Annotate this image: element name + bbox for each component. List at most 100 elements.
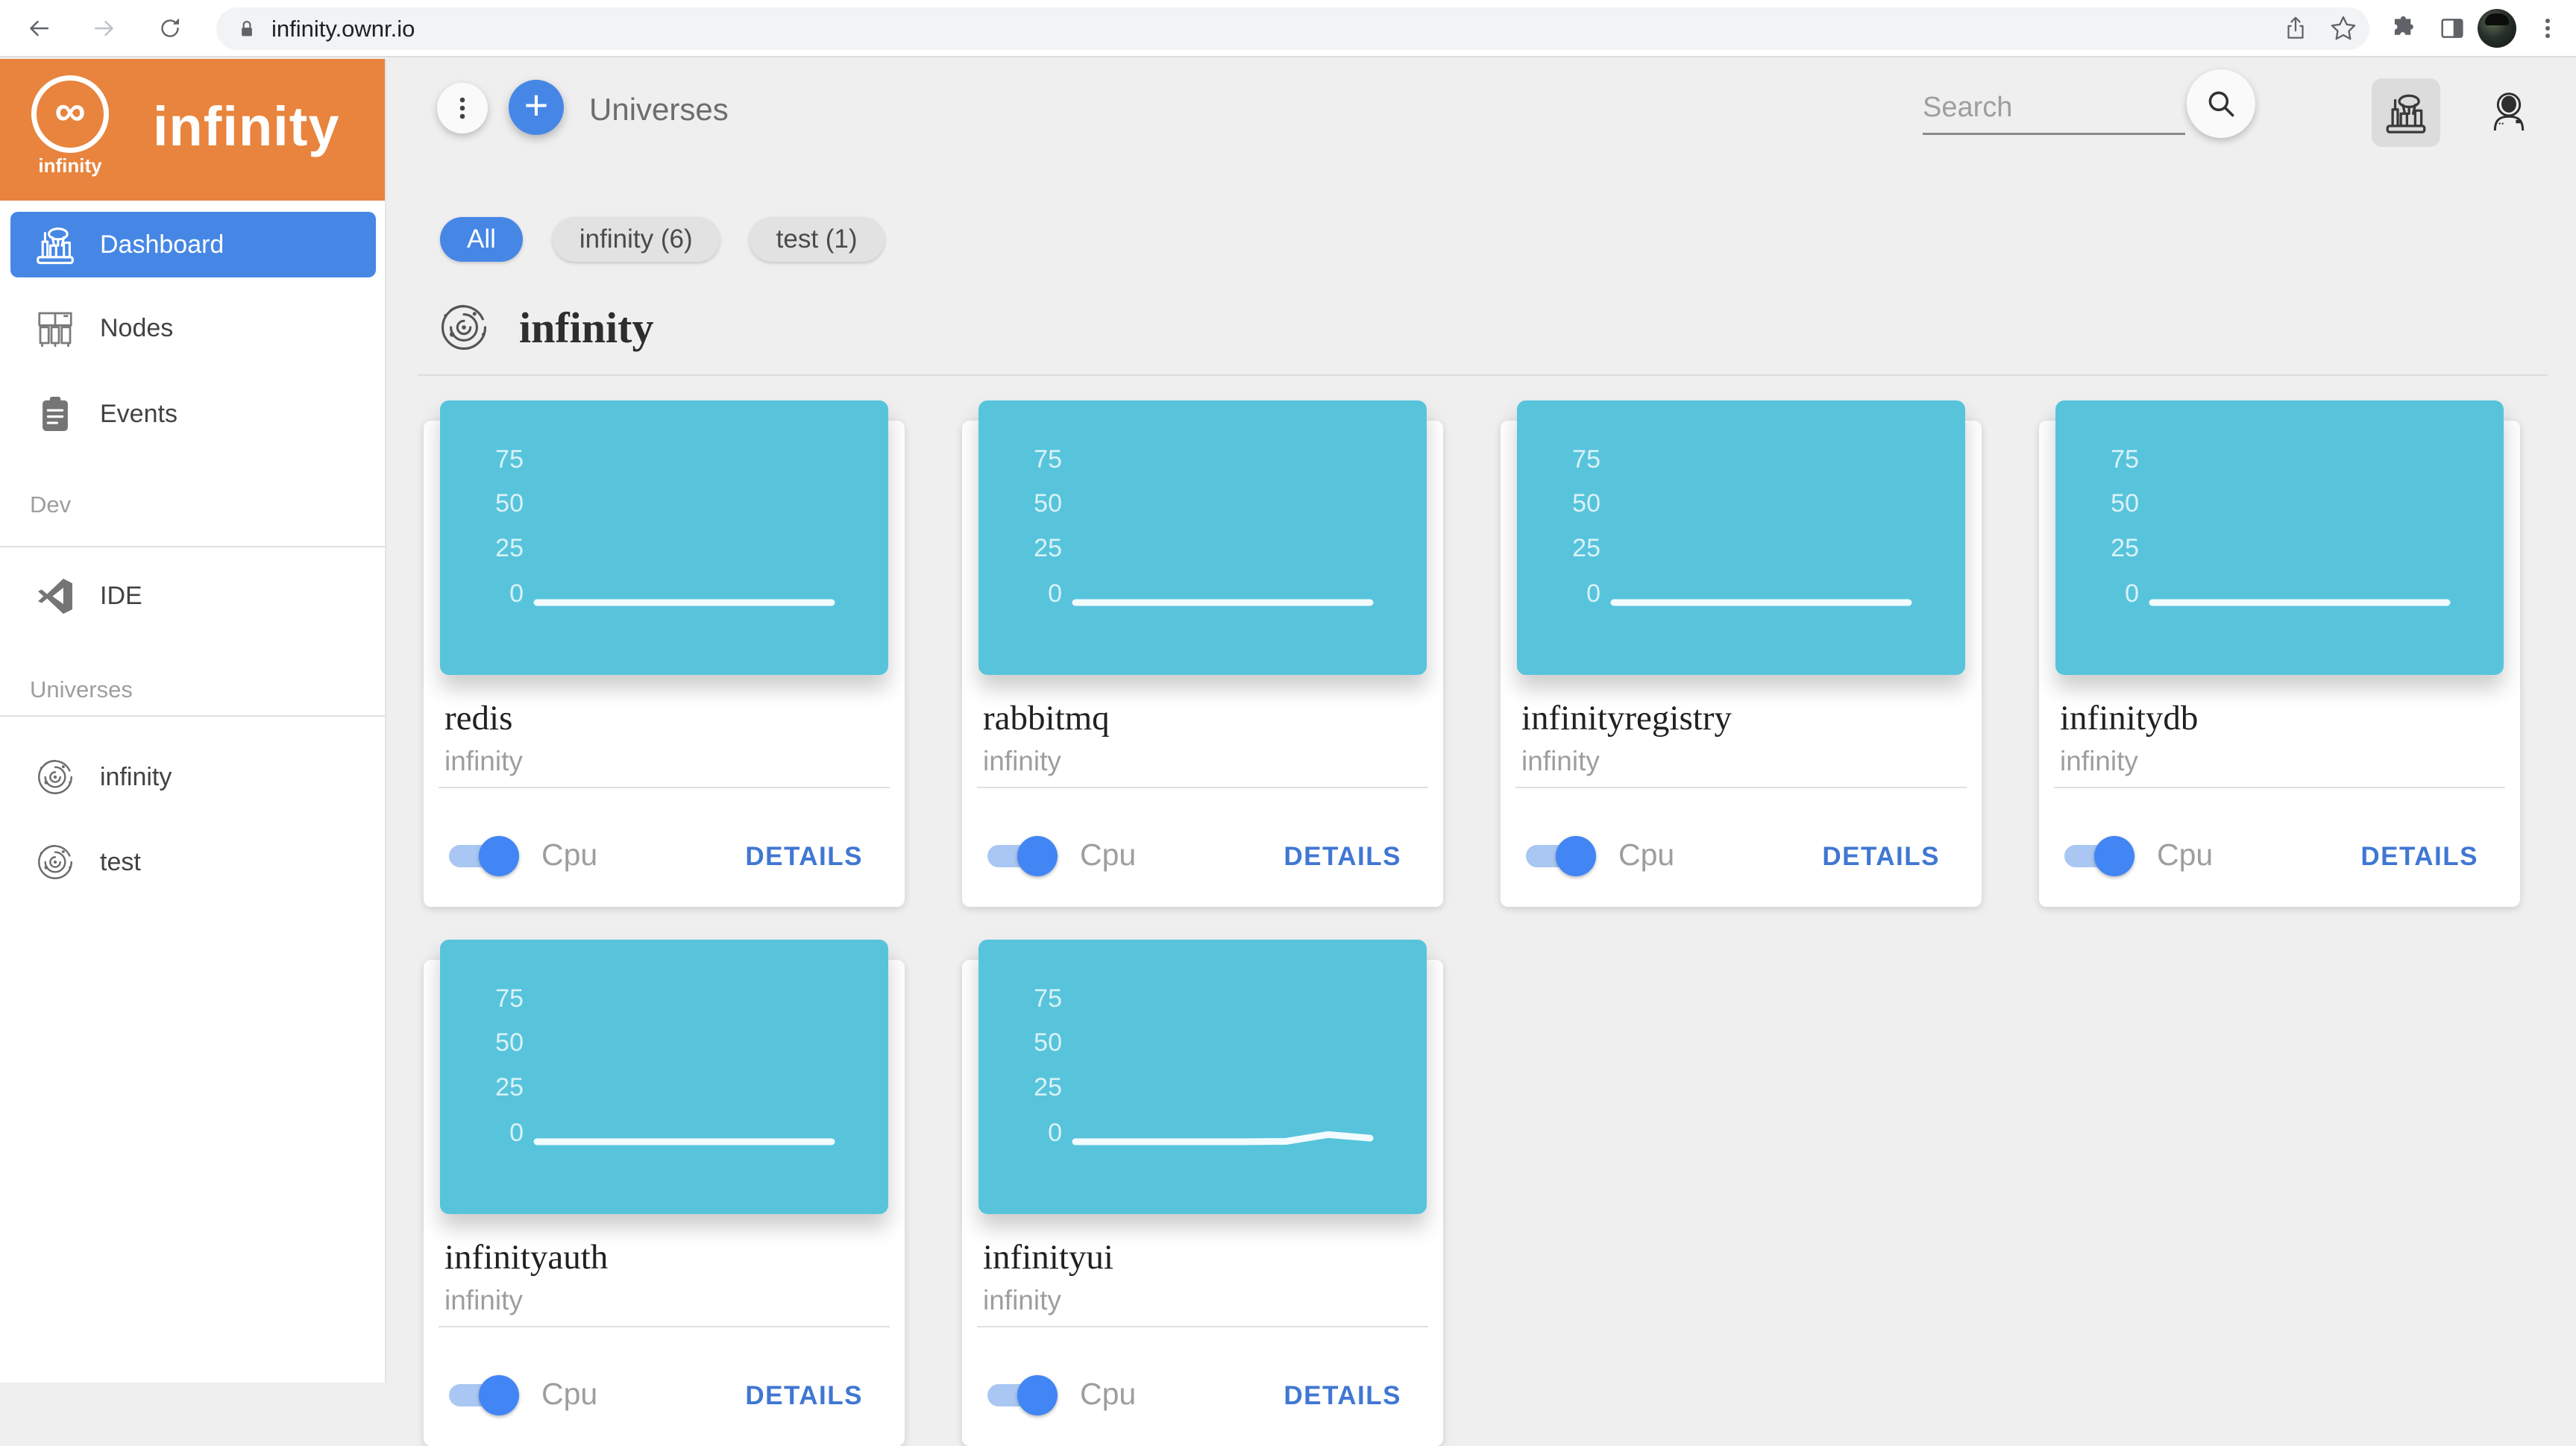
service-card: infinityauth infinity Cpu DETAILS 75 50 … — [424, 940, 905, 1446]
account-button[interactable] — [2475, 78, 2543, 147]
cpu-chart: 75 50 25 0 — [978, 400, 1427, 675]
details-link[interactable]: DETAILS — [1822, 842, 1940, 872]
kebab-menu-icon — [446, 92, 479, 125]
sidebar-item-ide[interactable]: IDE — [10, 563, 376, 629]
details-link[interactable]: DETAILS — [1284, 842, 1401, 872]
cpu-chart: 75 50 25 0 — [440, 400, 888, 675]
cpu-toggle[interactable] — [449, 834, 527, 876]
metric-label: Cpu — [541, 837, 597, 873]
sidebar-item-events[interactable]: Events — [10, 381, 376, 447]
lock-icon — [236, 18, 258, 40]
filter-chip-all[interactable]: All — [440, 217, 523, 262]
service-name: infinityregistry — [1521, 698, 1732, 738]
extensions-button[interactable] — [2381, 6, 2425, 51]
infinity-logo: ∞ infinity — [28, 75, 112, 186]
browser-back-button[interactable] — [16, 6, 61, 51]
cpu-line — [1517, 400, 1965, 675]
sidebar-brand-header: ∞ infinity infinity — [0, 59, 385, 201]
cpu-toggle[interactable] — [2064, 834, 2142, 876]
sidebar-item-label: Dashboard — [100, 230, 224, 260]
sidebar-item-label: Events — [100, 400, 178, 429]
details-link[interactable]: DETAILS — [745, 842, 863, 872]
page-title: Universes — [589, 92, 729, 128]
divider — [0, 715, 385, 717]
metric-label: Cpu — [541, 1377, 597, 1412]
sidebar-item-label: IDE — [100, 582, 142, 611]
cpu-chart: 75 50 25 0 — [978, 940, 1427, 1214]
bookmark-star-icon — [2328, 13, 2358, 43]
cpu-line — [2055, 400, 2504, 675]
nodes-cabinet-icon — [33, 306, 78, 351]
share-button[interactable] — [2273, 6, 2318, 51]
sidebar-item-nodes[interactable]: Nodes — [10, 295, 376, 361]
cpu-chart: 75 50 25 0 — [1517, 400, 1965, 675]
service-card: redis infinity Cpu DETAILS 75 50 25 0 — [424, 400, 905, 907]
city-icon — [2381, 88, 2431, 137]
side-panel-button[interactable] — [2430, 6, 2475, 51]
sidebar-item-label: test — [100, 848, 141, 877]
service-card: infinityregistry infinity Cpu DETAILS 75… — [1501, 400, 1982, 907]
add-universe-button[interactable]: + — [509, 80, 564, 135]
service-name: rabbitmq — [983, 698, 1110, 738]
service-card: infinityui infinity Cpu DETAILS 75 50 25… — [962, 940, 1443, 1446]
forward-arrow-icon — [91, 15, 118, 42]
search-button[interactable] — [2187, 69, 2255, 138]
metric-label: Cpu — [1080, 837, 1136, 873]
cpu-toggle[interactable] — [987, 1374, 1065, 1415]
metric-label: Cpu — [1080, 1377, 1136, 1412]
cpu-line — [978, 940, 1427, 1214]
url-text: infinity.ownr.io — [271, 16, 415, 43]
infinity-symbol-icon: ∞ — [54, 89, 85, 133]
service-card: infinitydb infinity Cpu DETAILS 75 50 25… — [2039, 400, 2520, 907]
profile-avatar[interactable] — [2478, 9, 2516, 48]
service-universe: infinity — [2060, 746, 2138, 777]
sidebar-item-universe-test[interactable]: test — [10, 829, 376, 895]
share-icon — [2281, 14, 2310, 43]
search-icon — [2202, 85, 2240, 122]
service-universe: infinity — [1521, 746, 1600, 777]
details-link[interactable]: DETAILS — [2360, 842, 2478, 872]
cpu-toggle[interactable] — [987, 834, 1065, 876]
details-link[interactable]: DETAILS — [745, 1381, 863, 1411]
avatar-photo — [2485, 13, 2509, 25]
sidebar-item-dashboard[interactable]: Dashboard — [10, 212, 376, 277]
main-content: + Universes All infinity (6) test (1) in… — [386, 59, 2576, 1383]
details-link[interactable]: DETAILS — [1284, 1381, 1401, 1411]
service-name: redis — [444, 698, 512, 738]
filter-chip-test[interactable]: test (1) — [750, 217, 885, 262]
service-universe: infinity — [444, 746, 523, 777]
filter-chips: All infinity (6) test (1) — [440, 217, 885, 262]
galaxy-icon — [34, 840, 77, 884]
service-cards-grid: redis infinity Cpu DETAILS 75 50 25 0 ra… — [424, 400, 2520, 1446]
cpu-line — [978, 400, 1427, 675]
metric-label: Cpu — [2157, 837, 2213, 873]
vscode-icon — [34, 574, 77, 617]
metric-label: Cpu — [1618, 837, 1674, 873]
sidebar: ∞ infinity infinity Dashboard Nodes Even… — [0, 59, 386, 1383]
reload-icon — [157, 15, 183, 42]
browser-menu-button[interactable] — [2525, 6, 2570, 51]
cpu-line — [440, 940, 888, 1214]
cpu-toggle[interactable] — [449, 1374, 527, 1415]
group-header: infinity — [436, 299, 654, 356]
bookmark-button[interactable] — [2321, 6, 2366, 51]
city-dashboard-icon — [32, 221, 78, 268]
cpu-line — [440, 400, 888, 675]
astronaut-icon — [2485, 89, 2533, 136]
sidebar-item-universe-infinity[interactable]: infinity — [10, 744, 376, 810]
cpu-chart: 75 50 25 0 — [2055, 400, 2504, 675]
browser-reload-button[interactable] — [148, 6, 192, 51]
service-universe: infinity — [983, 746, 1061, 777]
universes-view-button[interactable] — [2372, 78, 2440, 147]
sidebar-section-dev: Dev — [30, 491, 71, 518]
brand-title: infinity — [153, 95, 340, 158]
search-input[interactable] — [1923, 83, 2185, 135]
browser-toolbar: infinity.ownr.io — [0, 0, 2576, 57]
kebab-menu-icon — [2533, 13, 2563, 43]
browser-forward-button[interactable] — [82, 6, 127, 51]
page-menu-button[interactable] — [437, 83, 488, 133]
cpu-toggle[interactable] — [1526, 834, 1603, 876]
filter-chip-infinity[interactable]: infinity (6) — [553, 217, 720, 262]
address-bar[interactable]: infinity.ownr.io — [216, 7, 2369, 50]
service-universe: infinity — [983, 1285, 1061, 1316]
